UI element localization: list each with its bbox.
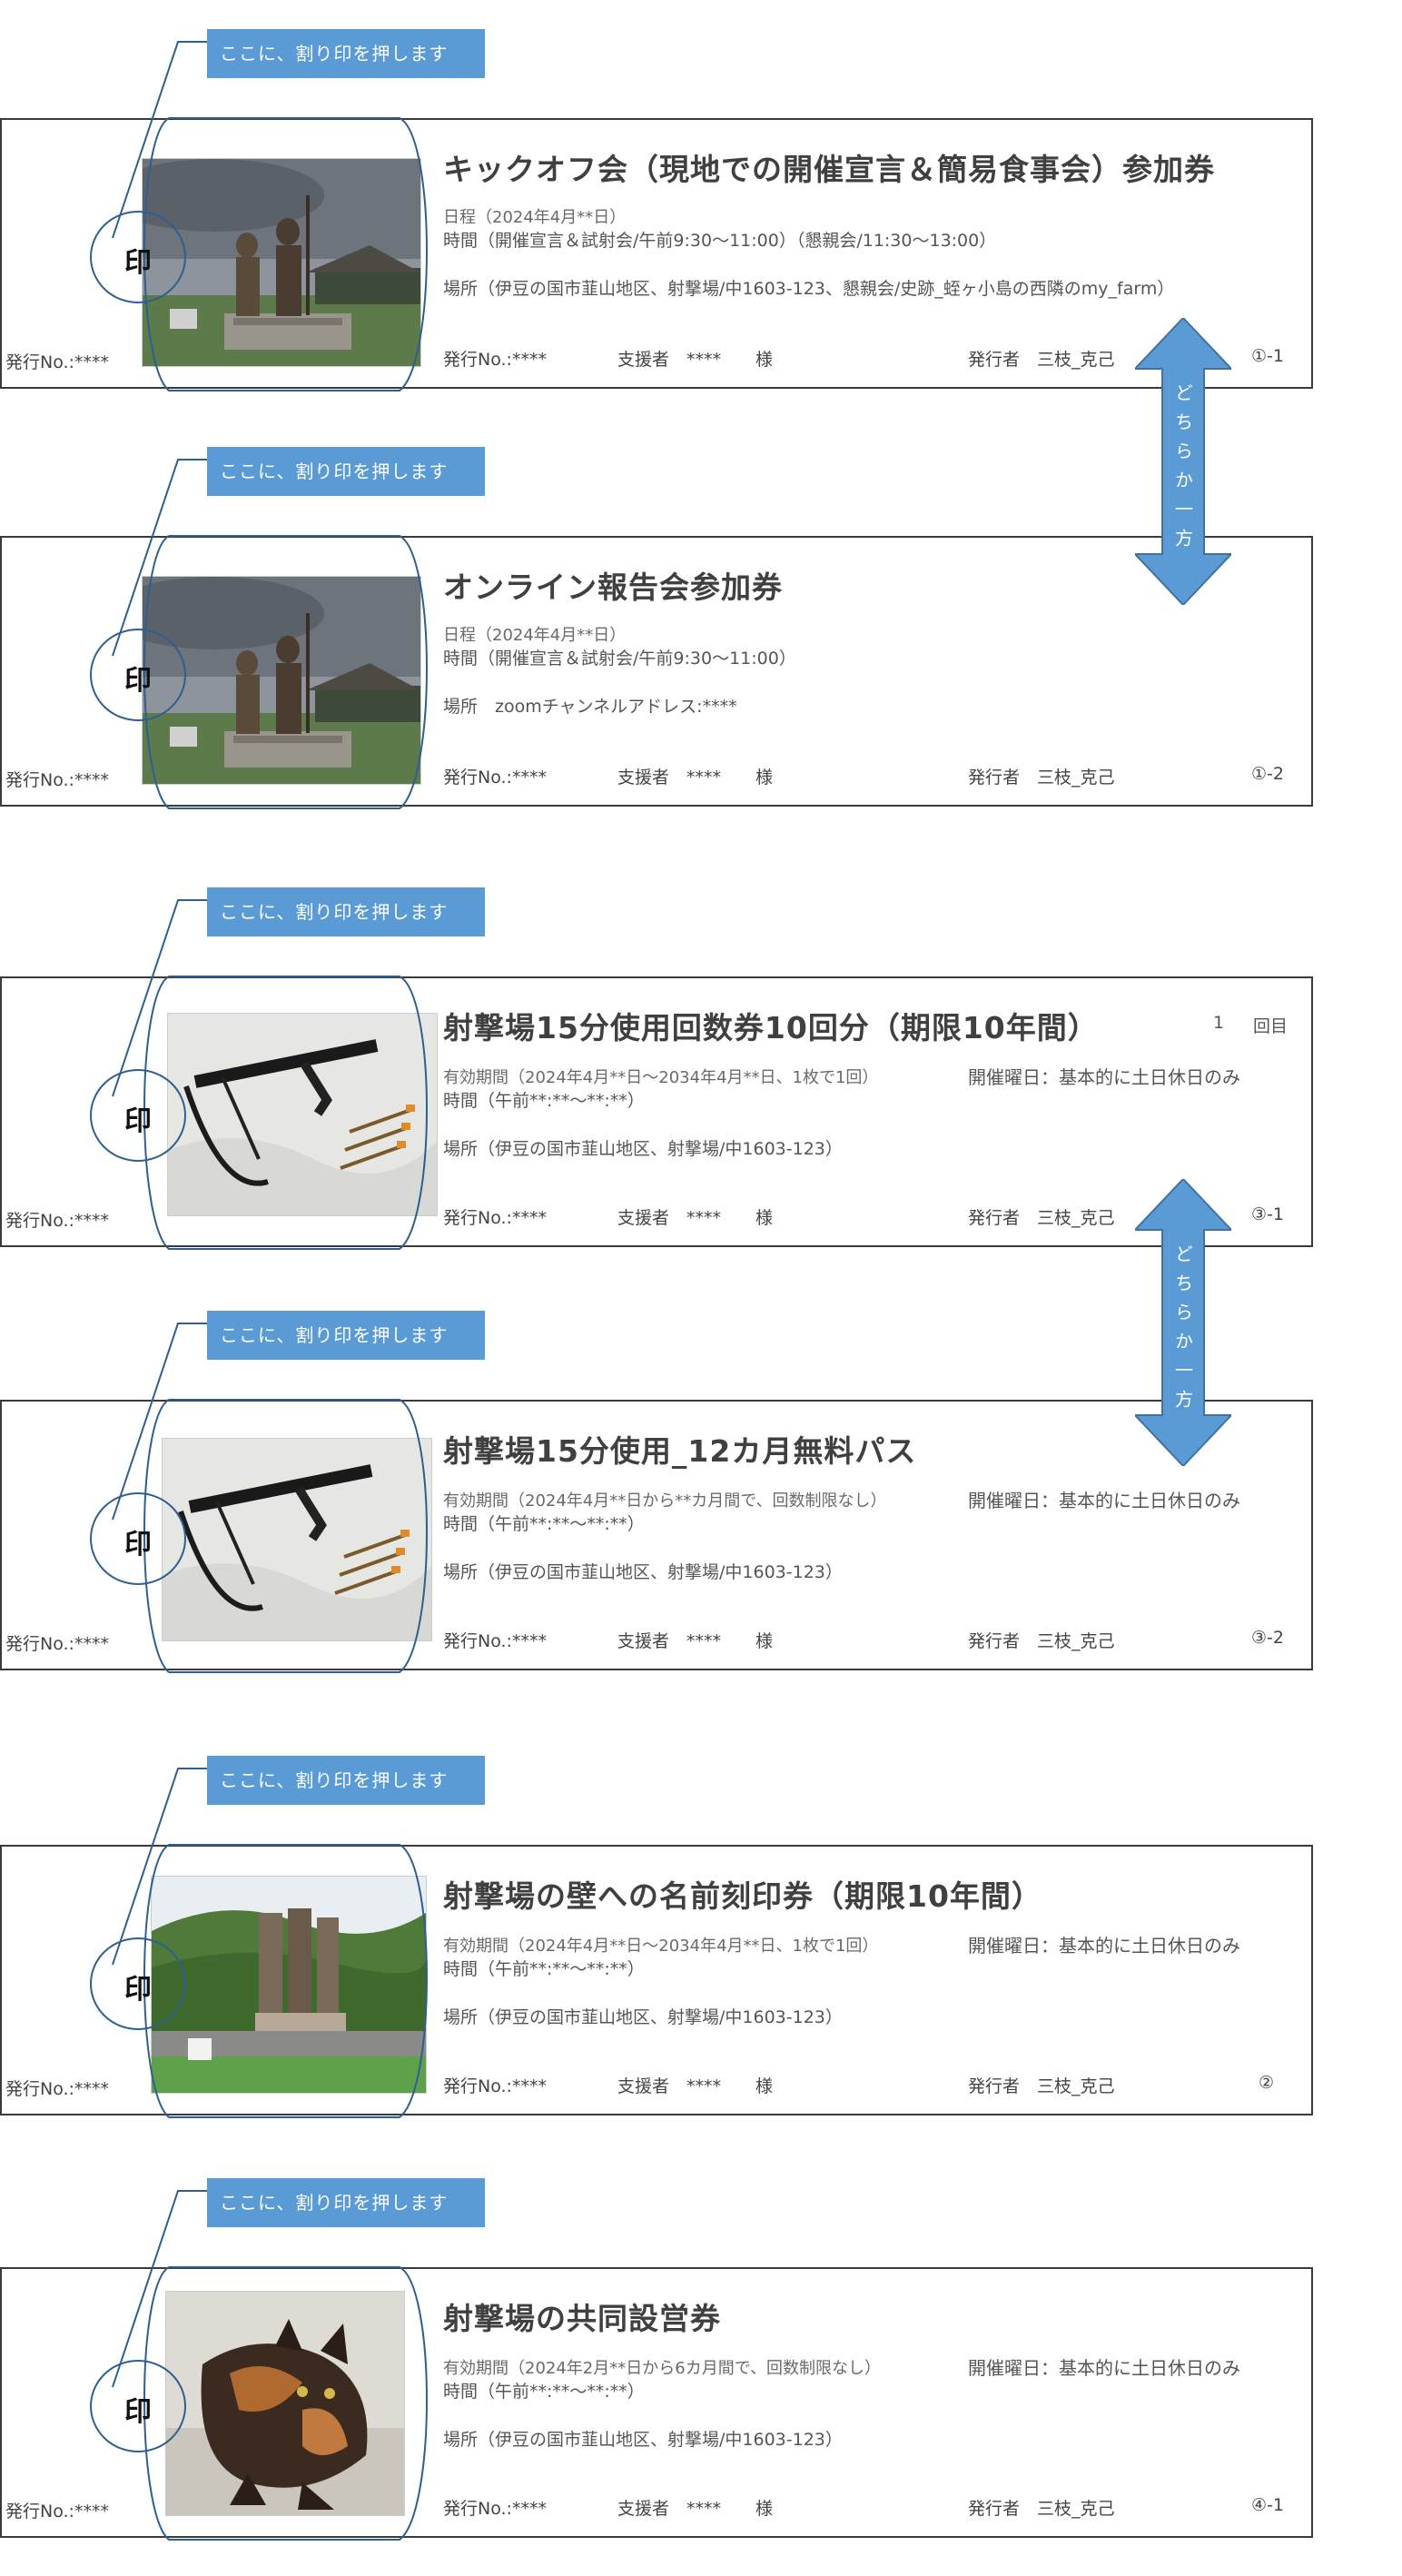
issuer: 発行者 三枝_克己 xyxy=(968,1631,1115,1651)
issue-no: 発行No.:**** xyxy=(443,2499,547,2519)
ticket-time: 時間（午前**:**〜**:**） xyxy=(443,1959,645,1979)
either-one-arrow: どちらか一方 xyxy=(1135,318,1231,605)
open-days: 開催曜日：基本的に土日休日のみ xyxy=(968,1490,1240,1511)
either-one-text: どちらか一方 xyxy=(1171,1244,1194,1419)
supporter: 支援者 **** 様 xyxy=(617,1631,774,1651)
ticket-place: 場所（伊豆の国市韮山地区、射撃場/中1603-123） xyxy=(443,2430,843,2450)
stub-issue-no: 発行No.:**** xyxy=(5,2079,109,2099)
seal-mark: 印 xyxy=(124,665,152,697)
ticket-title: 射撃場の壁への名前刻印券（期限10年間） xyxy=(443,1878,1042,1914)
seal-mark: 印 xyxy=(124,1974,152,2006)
stub-issue-no: 発行No.:**** xyxy=(5,1634,109,1654)
ticket-date: 日程（2024年4月**日） xyxy=(443,208,627,227)
ticket-time: 時間（午前**:**〜**:**） xyxy=(443,1514,645,1534)
issuer: 発行者 三枝_克己 xyxy=(968,2076,1115,2096)
ticket-place: 場所（伊豆の国市韮山地区、射撃場/中1603-123） xyxy=(443,1562,843,1582)
ticket-code: ③-2 xyxy=(1251,1628,1284,1648)
usage-count-unit: 回目 xyxy=(1253,1016,1288,1036)
ticket-time: 時間（午前**:**〜**:**） xyxy=(443,1091,645,1111)
open-days: 開催曜日：基本的に土日休日のみ xyxy=(968,1935,1240,1957)
ticket-place: 場所（伊豆の国市韮山地区、射撃場/中1603-123、懇親会/史跡_蛭ヶ小島の西… xyxy=(443,279,1175,299)
open-days: 開催曜日：基本的に土日休日のみ xyxy=(968,2357,1240,2379)
supporter: 支援者 **** 様 xyxy=(617,2076,774,2096)
supporter: 支援者 **** 様 xyxy=(617,1208,774,1228)
ticket-code: ④-1 xyxy=(1251,2495,1284,2515)
stub-issue-no: 発行No.:**** xyxy=(5,770,109,790)
seal-mark: 印 xyxy=(124,1529,152,1560)
issue-no: 発行No.:**** xyxy=(443,1631,547,1651)
usage-count-number: 1 xyxy=(1213,1013,1225,1033)
ticket-title: 射撃場15分使用回数券10回分（期限10年間） xyxy=(443,1010,1099,1045)
issue-no: 発行No.:**** xyxy=(443,350,547,370)
validity-period: 有効期間（2024年4月**日〜2034年4月**日、1枚で1回） xyxy=(443,1068,879,1087)
ticket-code: ③-1 xyxy=(1251,1204,1284,1224)
either-one-arrow: どちらか一方 xyxy=(1135,1179,1231,1466)
supporter: 支援者 **** 様 xyxy=(617,768,774,788)
issue-no: 発行No.:**** xyxy=(443,768,547,788)
ticket-place: 場所（伊豆の国市韮山地区、射撃場/中1603-123） xyxy=(443,2007,843,2027)
validity-period: 有効期間（2024年4月**日から**カ月間で、回数制限なし） xyxy=(443,1491,887,1511)
supporter: 支援者 **** 様 xyxy=(617,350,774,370)
either-one-text: どちらか一方 xyxy=(1171,383,1194,558)
ticket-code: ①-1 xyxy=(1251,346,1284,366)
ticket-time: 時間（開催宣言＆試射会/午前9:30〜11:00）（懇親会/11:30〜13:0… xyxy=(443,231,997,251)
ticket-time: 時間（開催宣言＆試射会/午前9:30〜11:00） xyxy=(443,649,796,669)
validity-period: 有効期間（2024年2月**日から6カ月間で、回数制限なし） xyxy=(443,2359,881,2378)
ticket-title: 射撃場15分使用_12カ月無料パス xyxy=(443,1433,917,1469)
ticket-code: ② xyxy=(1259,2073,1275,2093)
ticket-place: 場所 zoomチャンネルアドレス:**** xyxy=(443,697,737,717)
issuer: 発行者 三枝_克己 xyxy=(968,350,1115,370)
ticket-place: 場所（伊豆の国市韮山地区、射撃場/中1603-123） xyxy=(443,1139,843,1159)
seal-mark: 印 xyxy=(124,1105,152,1137)
ticket-date: 日程（2024年4月**日） xyxy=(443,626,627,645)
ticket-title: 射撃場の共同設営券 xyxy=(443,2301,721,2336)
supporter: 支援者 **** 様 xyxy=(617,2499,774,2519)
ticket-title: オンライン報告会参加券 xyxy=(443,570,783,605)
stub-issue-no: 発行No.:**** xyxy=(5,2502,109,2522)
ticket-time: 時間（午前**:**〜**:**） xyxy=(443,2382,645,2402)
issuer: 発行者 三枝_克己 xyxy=(968,1208,1115,1228)
validity-period: 有効期間（2024年4月**日〜2034年4月**日、1枚で1回） xyxy=(443,1937,879,1956)
ticket-code: ①-2 xyxy=(1251,764,1284,784)
ticket-title: キックオフ会（現地での開催宣言＆簡易食事会）参加券 xyxy=(443,152,1215,187)
stub-issue-no: 発行No.:**** xyxy=(5,352,109,372)
seal-mark: 印 xyxy=(124,2396,152,2428)
open-days: 開催曜日：基本的に土日休日のみ xyxy=(968,1066,1240,1088)
stub-issue-no: 発行No.:**** xyxy=(5,1211,109,1231)
seal-mark: 印 xyxy=(124,247,152,279)
issue-no: 発行No.:**** xyxy=(443,1208,547,1228)
issuer: 発行者 三枝_克己 xyxy=(968,768,1115,788)
issuer: 発行者 三枝_克己 xyxy=(968,2499,1115,2519)
issue-no: 発行No.:**** xyxy=(443,2076,547,2096)
